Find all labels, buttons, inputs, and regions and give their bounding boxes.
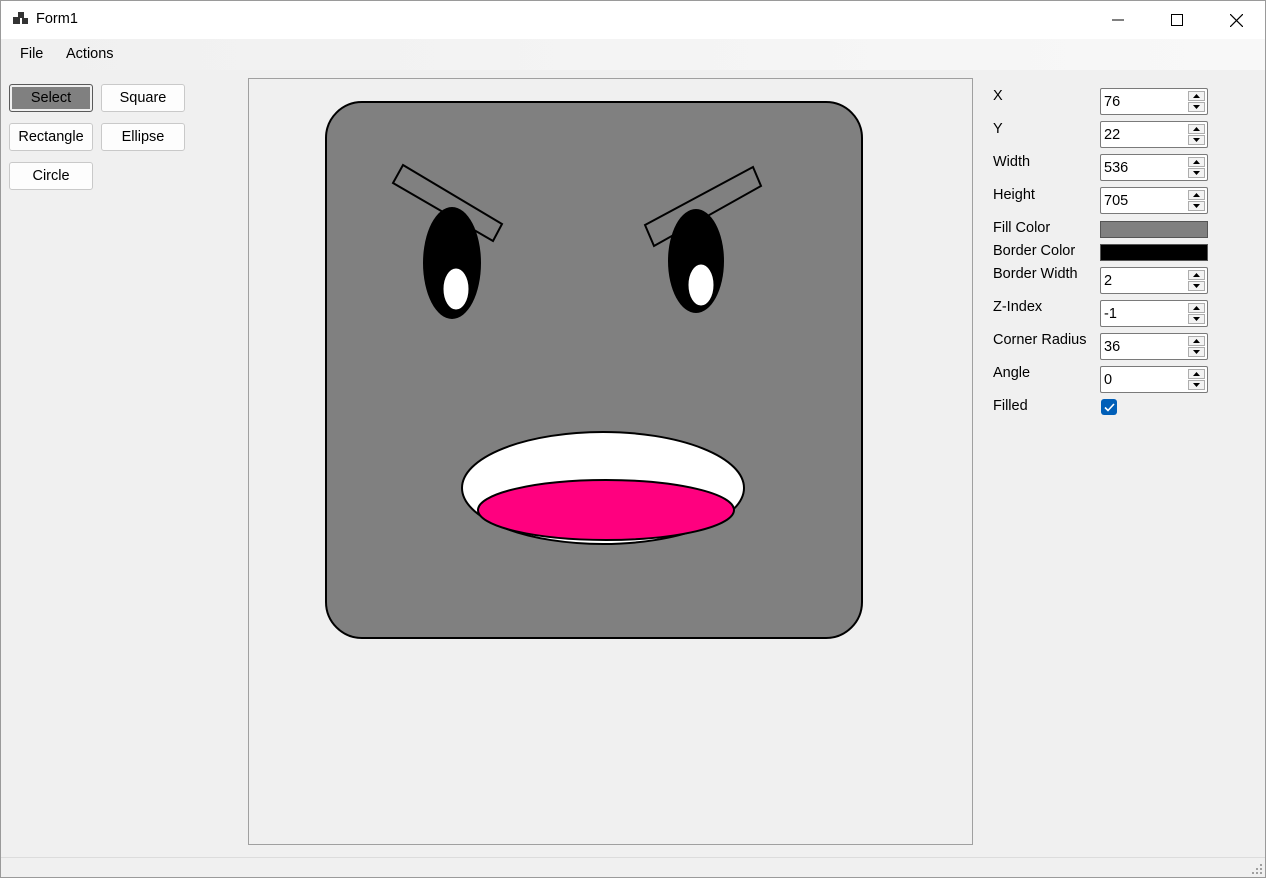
z-index-spinner[interactable] bbox=[1188, 303, 1205, 324]
minimize-icon bbox=[1112, 19, 1124, 21]
circle-tool-button[interactable]: Circle bbox=[9, 162, 93, 190]
spin-down-icon[interactable] bbox=[1188, 281, 1205, 291]
border-width-spinner[interactable] bbox=[1188, 270, 1205, 291]
drawing-canvas[interactable] bbox=[248, 78, 973, 845]
height-value: 705 bbox=[1104, 193, 1129, 209]
width-value: 536 bbox=[1104, 160, 1129, 176]
border-width-input[interactable]: 2 bbox=[1100, 267, 1208, 294]
spin-down-icon[interactable] bbox=[1188, 347, 1205, 357]
border-color-label: Border Color bbox=[993, 243, 1076, 259]
spin-up-icon[interactable] bbox=[1188, 190, 1205, 200]
y-value: 22 bbox=[1104, 127, 1121, 143]
border-width-value: 2 bbox=[1104, 273, 1113, 289]
maximize-icon bbox=[1171, 14, 1183, 26]
window-title: Form1 bbox=[36, 11, 78, 27]
border-color-swatch[interactable] bbox=[1100, 244, 1208, 261]
width-input[interactable]: 536 bbox=[1100, 154, 1208, 181]
corner-radius-label: Corner Radius bbox=[993, 332, 1087, 348]
width-label: Width bbox=[993, 154, 1031, 170]
corner-radius-spinner[interactable] bbox=[1188, 336, 1205, 357]
corner-radius-value: 36 bbox=[1104, 339, 1121, 355]
spin-down-icon[interactable] bbox=[1188, 102, 1205, 112]
angle-label: Angle bbox=[993, 365, 1031, 381]
angle-spinner[interactable] bbox=[1188, 369, 1205, 390]
y-spinner[interactable] bbox=[1188, 124, 1205, 145]
spin-down-icon[interactable] bbox=[1188, 314, 1205, 324]
x-value: 76 bbox=[1104, 94, 1121, 110]
height-spinner[interactable] bbox=[1188, 190, 1205, 211]
spin-up-icon[interactable] bbox=[1188, 336, 1205, 346]
corner-radius-input[interactable]: 36 bbox=[1100, 333, 1208, 360]
resize-grip-icon[interactable] bbox=[1251, 863, 1263, 875]
height-input[interactable]: 705 bbox=[1100, 187, 1208, 214]
filled-checkbox[interactable] bbox=[1101, 399, 1117, 415]
spin-up-icon[interactable] bbox=[1188, 157, 1205, 167]
square-tool-button[interactable]: Square bbox=[101, 84, 185, 112]
z-index-input[interactable]: -1 bbox=[1100, 300, 1208, 327]
menu-file[interactable]: File bbox=[20, 46, 43, 62]
width-spinner[interactable] bbox=[1188, 157, 1205, 178]
close-button[interactable] bbox=[1207, 1, 1265, 39]
angle-input[interactable]: 0 bbox=[1100, 366, 1208, 393]
fill-color-label: Fill Color bbox=[993, 220, 1051, 236]
x-label: X bbox=[993, 88, 1003, 104]
canvas-drawing bbox=[325, 101, 863, 639]
spin-down-icon[interactable] bbox=[1188, 380, 1205, 390]
select-tool-button[interactable]: Select bbox=[9, 84, 93, 112]
height-label: Height bbox=[993, 187, 1035, 203]
mouth-inner-ellipse[interactable] bbox=[477, 479, 735, 541]
rectangle-tool-button[interactable]: Rectangle bbox=[9, 123, 93, 151]
left-pupil-ellipse[interactable] bbox=[442, 267, 470, 311]
spin-up-icon[interactable] bbox=[1188, 270, 1205, 280]
spin-down-icon[interactable] bbox=[1188, 135, 1205, 145]
status-bar bbox=[1, 857, 1265, 877]
border-width-label: Border Width bbox=[993, 266, 1078, 282]
y-input[interactable]: 22 bbox=[1100, 121, 1208, 148]
spin-down-icon[interactable] bbox=[1188, 201, 1205, 211]
x-spinner[interactable] bbox=[1188, 91, 1205, 112]
spin-up-icon[interactable] bbox=[1188, 91, 1205, 101]
minimize-button[interactable] bbox=[1089, 1, 1147, 39]
z-index-value: -1 bbox=[1104, 306, 1117, 322]
spin-up-icon[interactable] bbox=[1188, 303, 1205, 313]
close-icon bbox=[1229, 13, 1243, 27]
checkmark-icon bbox=[1103, 402, 1115, 412]
menu-actions[interactable]: Actions bbox=[66, 46, 114, 62]
menu-bar: File Actions bbox=[1, 39, 1265, 70]
y-label: Y bbox=[993, 121, 1003, 137]
right-pupil-ellipse[interactable] bbox=[687, 263, 715, 307]
title-bar: Form1 bbox=[1, 1, 1265, 39]
spin-down-icon[interactable] bbox=[1188, 168, 1205, 178]
ellipse-tool-button[interactable]: Ellipse bbox=[101, 123, 185, 151]
angle-value: 0 bbox=[1104, 372, 1113, 388]
spin-up-icon[interactable] bbox=[1188, 124, 1205, 134]
filled-label: Filled bbox=[993, 398, 1028, 414]
maximize-button[interactable] bbox=[1148, 1, 1206, 39]
app-window: Form1 File Actions Select Square Rectang… bbox=[0, 0, 1266, 878]
z-index-label: Z-Index bbox=[993, 299, 1043, 315]
x-input[interactable]: 76 bbox=[1100, 88, 1208, 115]
fill-color-swatch[interactable] bbox=[1100, 221, 1208, 238]
spin-up-icon[interactable] bbox=[1188, 369, 1205, 379]
app-icon bbox=[13, 12, 28, 24]
